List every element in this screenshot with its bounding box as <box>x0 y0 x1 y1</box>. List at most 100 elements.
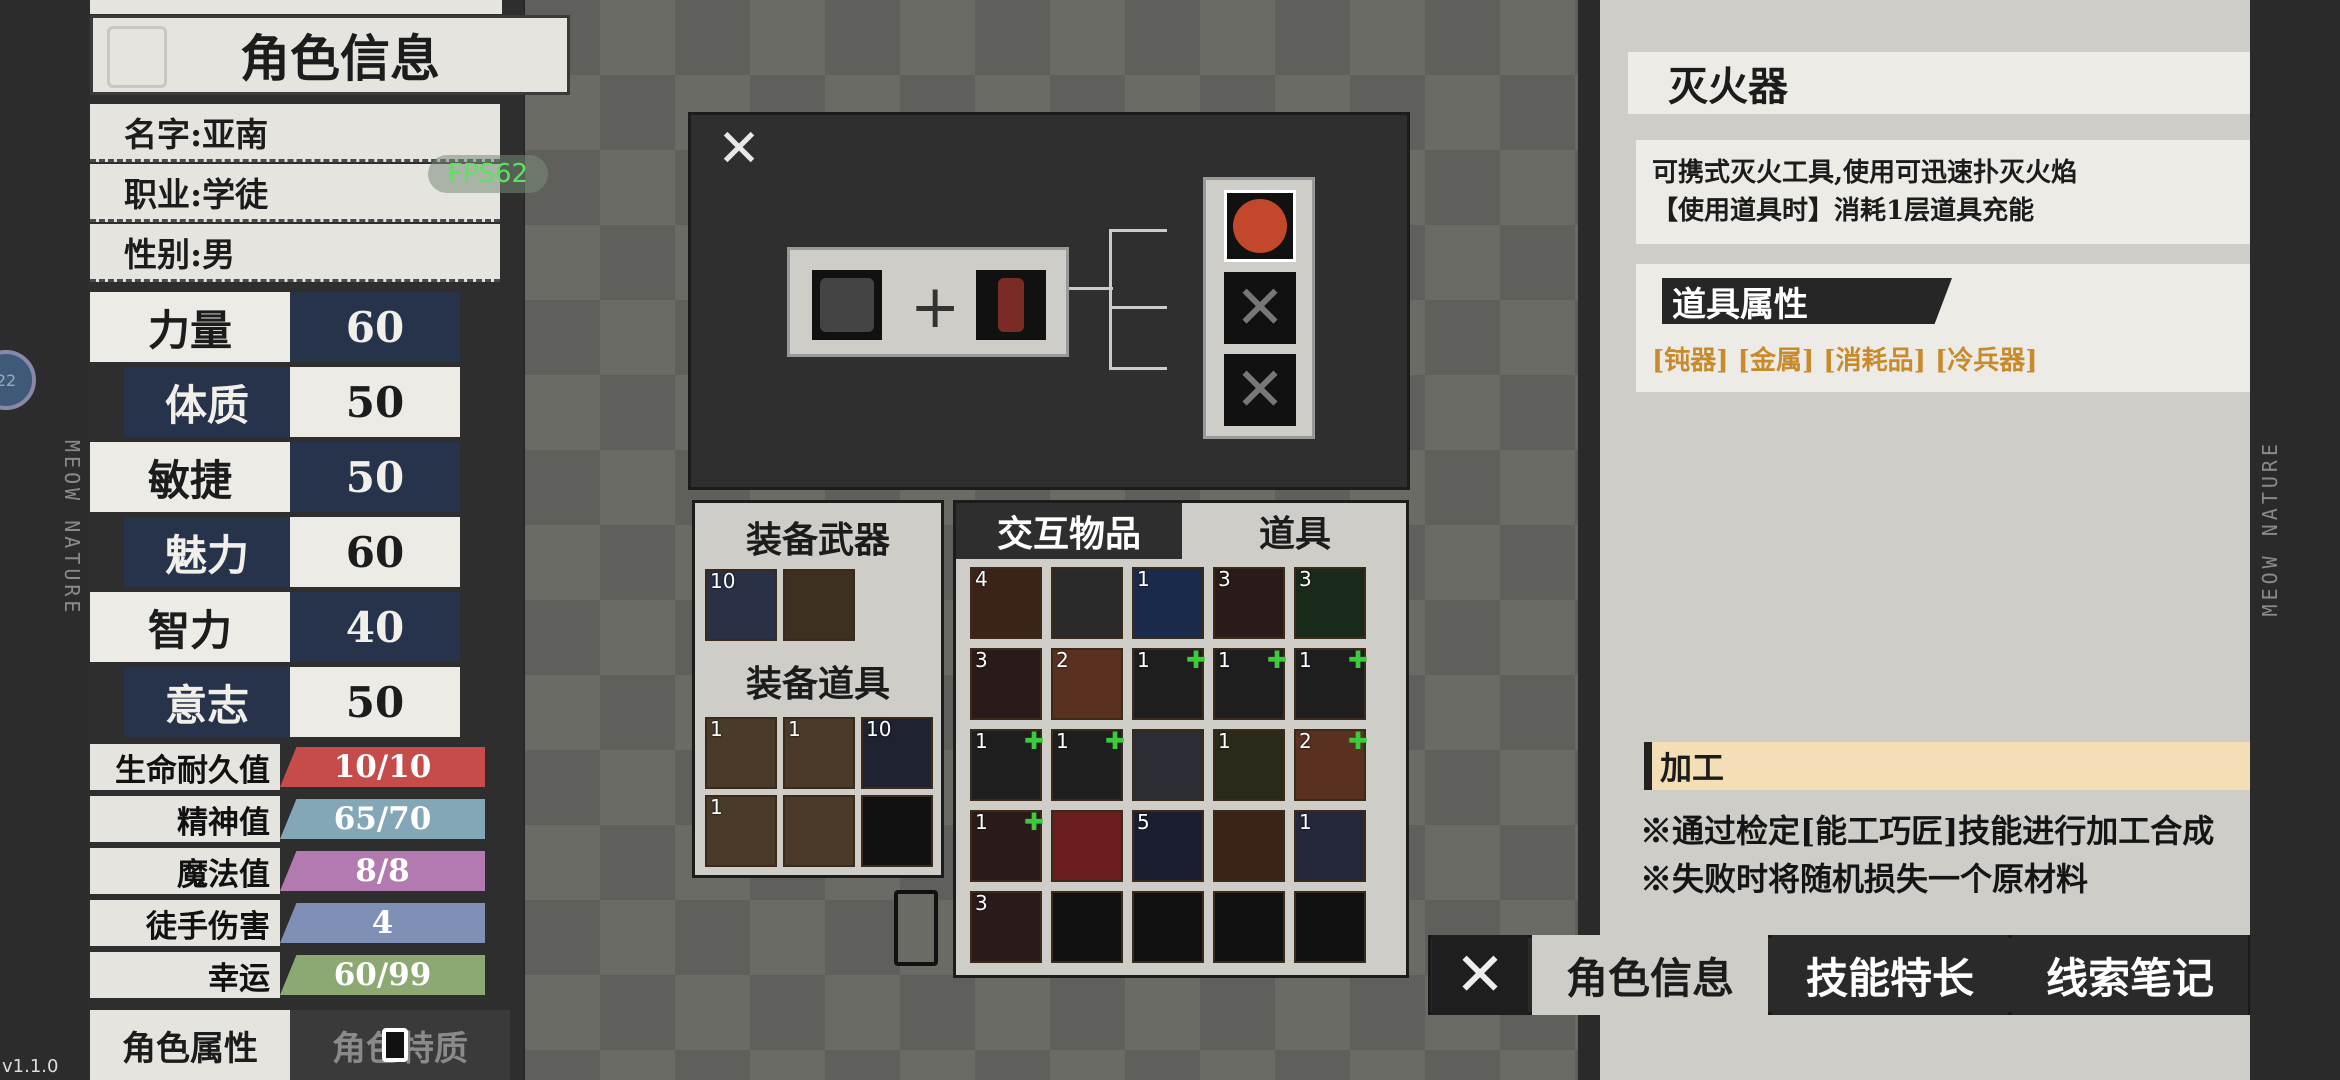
inventory-cell[interactable]: 1 ✚ <box>1294 646 1368 720</box>
name-label: 名字:亚南 <box>124 114 269 154</box>
item-count: 1 <box>1218 729 1231 753</box>
trash-icon[interactable] <box>894 890 938 966</box>
inventory-cell[interactable]: 2 ✚ <box>1294 727 1368 801</box>
tab-skills[interactable]: 技能特长 <box>1772 935 2008 1015</box>
inventory-cell[interactable]: 1 ✚ <box>1132 646 1206 720</box>
connector-line <box>1069 287 1113 290</box>
item-count: 1 <box>788 717 801 741</box>
tab-attributes[interactable]: 角色属性 <box>90 1010 290 1080</box>
inventory-cell[interactable] <box>1051 810 1123 882</box>
plus-icon: ✚ <box>1185 646 1206 674</box>
item-count: 1 <box>975 810 988 834</box>
plus-icon: ✚ <box>1023 808 1044 836</box>
item-count: 10 <box>710 569 736 593</box>
unarmed-bar-row: 徒手伤害 4 <box>90 900 500 946</box>
ingredient-slot[interactable] <box>976 270 1046 340</box>
inventory-cell[interactable]: 1 <box>1294 810 1366 882</box>
stat-name: 力量 <box>90 292 290 362</box>
equip-item-slot[interactable]: 1 <box>783 717 855 789</box>
empty-slot-x-icon: ✕ <box>1224 272 1296 344</box>
brand-side-text-right: MEOW NATURE <box>2258 440 2282 617</box>
inventory-cell[interactable]: 5 <box>1132 810 1204 882</box>
item-description: 可携式灭火工具,使用可迅速扑灭火焰 【使用道具时】消耗1层道具充能 <box>1636 140 2250 244</box>
close-icon[interactable]: ✕ <box>1432 935 1528 1015</box>
plus-icon: ✚ <box>1266 646 1287 674</box>
properties-title: 道具属性 <box>1662 278 1952 324</box>
stat-name: 意志 <box>124 667 290 737</box>
luck-bar-row: 幸运 60/99 <box>90 952 500 998</box>
equip-item-slot[interactable]: 1 <box>705 795 777 867</box>
hp-bar-row: 生命耐久值 10/10 <box>90 744 500 790</box>
stat-intelligence: 智力 40 <box>90 592 502 662</box>
stat-name: 敏捷 <box>90 442 290 512</box>
inventory-cell[interactable]: 1 ✚ <box>1051 727 1125 801</box>
plus-icon: ✚ <box>1347 727 1368 755</box>
character-icon <box>107 26 167 88</box>
stat-value: 50 <box>290 367 460 437</box>
process-note: ※通过检定[能工巧匠]技能进行加工合成 <box>1640 812 2215 850</box>
bar-label: 徒手伤害 <box>90 900 280 946</box>
ingredient-slot[interactable] <box>812 270 882 340</box>
process-note: ※失败时将随机损失一个原材料 <box>1640 860 2089 898</box>
recipe-box: + <box>787 247 1069 357</box>
inventory-cell[interactable]: 3 <box>970 891 1042 963</box>
inventory-cell[interactable]: 3 <box>1294 567 1366 639</box>
item-count: 1 <box>1299 810 1312 834</box>
empty-slot-x-icon: ✕ <box>1224 354 1296 426</box>
equip-item-slot[interactable]: 1 <box>705 717 777 789</box>
tab-traits[interactable]: 角色特质 <box>290 1010 510 1080</box>
weapon-slot[interactable]: 10 <box>705 569 777 641</box>
item-count: 4 <box>975 567 988 591</box>
stat-value: 60 <box>290 517 460 587</box>
equip-weapons-title: 装备武器 <box>745 519 890 561</box>
inventory-panel: 交互物品 道具 4 1 3 3 3 2 1 ✚ 1 ✚ 1 ✚ 1 ✚ 1 ✚ 1 2 ✚ … <box>953 500 1409 978</box>
panel-title-card: 角色信息 <box>90 15 570 95</box>
inventory-cell[interactable] <box>1132 729 1204 801</box>
inventory-cell[interactable]: 1 <box>1213 729 1285 801</box>
inventory-cell[interactable]: 4 <box>970 567 1042 639</box>
item-count: 1 <box>710 717 723 741</box>
luck-bar: 60/99 <box>280 955 485 995</box>
equip-item-slot[interactable]: 10 <box>861 717 933 789</box>
item-count: 1 <box>1137 648 1150 672</box>
equip-item-slot[interactable] <box>783 795 855 867</box>
stat-value: 50 <box>290 442 460 512</box>
weapon-slot[interactable] <box>783 569 855 641</box>
inventory-cell[interactable]: 1 ✚ <box>970 727 1044 801</box>
name-row: 名字:亚南 <box>90 104 500 162</box>
version-label: v1.1.0 <box>2 1056 59 1077</box>
tab-clues[interactable]: 线索笔记 <box>2012 935 2248 1015</box>
inventory-cell[interactable] <box>1051 567 1123 639</box>
tab-items[interactable]: 道具 <box>1184 503 1406 559</box>
inventory-cell[interactable] <box>1132 891 1204 963</box>
unarmed-damage-bar: 4 <box>280 903 485 943</box>
inventory-cell[interactable]: 2 <box>1051 648 1123 720</box>
inventory-cell[interactable]: 3 <box>970 648 1042 720</box>
inventory-cell[interactable]: 3 <box>1213 567 1285 639</box>
tab-character-info[interactable]: 角色信息 <box>1532 935 1768 1015</box>
result-column: ✕ ✕ <box>1203 177 1315 439</box>
close-icon[interactable]: ✕ <box>713 123 765 175</box>
stat-name: 魅力 <box>124 517 290 587</box>
item-name: 灭火器 <box>1668 63 1788 110</box>
inventory-cell[interactable] <box>1294 891 1366 963</box>
inventory-cell[interactable] <box>1213 891 1285 963</box>
inventory-cell[interactable]: 1 ✚ <box>970 808 1044 882</box>
inventory-cell[interactable]: 1 ✚ <box>1213 646 1287 720</box>
sanity-bar-row: 精神值 65/70 <box>90 796 500 842</box>
result-slot[interactable] <box>1224 190 1296 262</box>
inventory-cell[interactable] <box>1051 891 1123 963</box>
lock-icon <box>382 1028 408 1062</box>
brand-side-text-left: MEOW NATURE <box>60 440 84 617</box>
stat-value: 50 <box>290 667 460 737</box>
equip-item-slot[interactable] <box>861 795 933 867</box>
inventory-cell[interactable]: 1 <box>1132 567 1204 639</box>
item-count: 1 <box>1299 648 1312 672</box>
stat-willpower: 意志 50 <box>90 667 502 737</box>
fps-counter: FPS62 <box>428 155 548 193</box>
tab-interact-items[interactable]: 交互物品 <box>956 503 1182 559</box>
plus-icon: + <box>910 272 961 342</box>
inventory-cell[interactable] <box>1213 810 1285 882</box>
item-count: 3 <box>1218 567 1231 591</box>
item-count: 2 <box>1056 648 1069 672</box>
